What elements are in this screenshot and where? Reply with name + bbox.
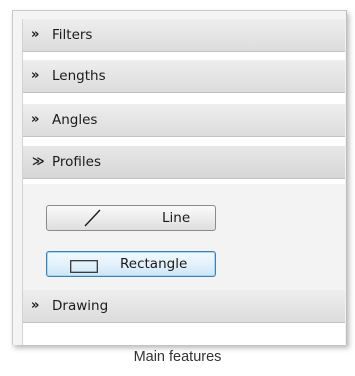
section-label: Profiles: [52, 154, 102, 170]
section-label: Filters: [52, 27, 93, 43]
line-button[interactable]: Line: [46, 205, 216, 231]
section-header-lengths[interactable]: » Lengths: [23, 60, 345, 93]
figure-caption: Main features: [133, 349, 222, 365]
profiles-section-content: Line Rectangle: [23, 184, 345, 291]
rectangle-button[interactable]: Rectangle: [46, 251, 216, 277]
expand-chevron-icon: »: [31, 68, 40, 83]
app-window: » Filters » Lengths » Angles ≫ Profiles …: [12, 10, 347, 345]
feature-panel: » Filters » Lengths » Angles ≫ Profiles …: [22, 19, 345, 345]
section-label: Drawing: [52, 298, 109, 314]
rectangle-icon: [70, 258, 98, 277]
panel-bottom-strip: [23, 323, 345, 345]
section-header-profiles[interactable]: ≫ Profiles: [23, 146, 345, 179]
expand-chevron-icon: »: [31, 112, 40, 127]
expand-chevron-icon: »: [31, 27, 40, 42]
diagonal-line-icon: [83, 209, 103, 231]
line-button-label: Line: [162, 210, 191, 226]
section-header-filters[interactable]: » Filters: [23, 19, 345, 52]
section-label: Lengths: [52, 68, 106, 84]
collapse-chevron-icon: ≫: [32, 154, 45, 168]
expand-chevron-icon: »: [31, 298, 40, 313]
section-header-drawing[interactable]: » Drawing: [23, 290, 345, 323]
section-label: Angles: [52, 112, 98, 128]
section-header-angles[interactable]: » Angles: [23, 104, 345, 137]
rectangle-button-label: Rectangle: [120, 256, 188, 272]
